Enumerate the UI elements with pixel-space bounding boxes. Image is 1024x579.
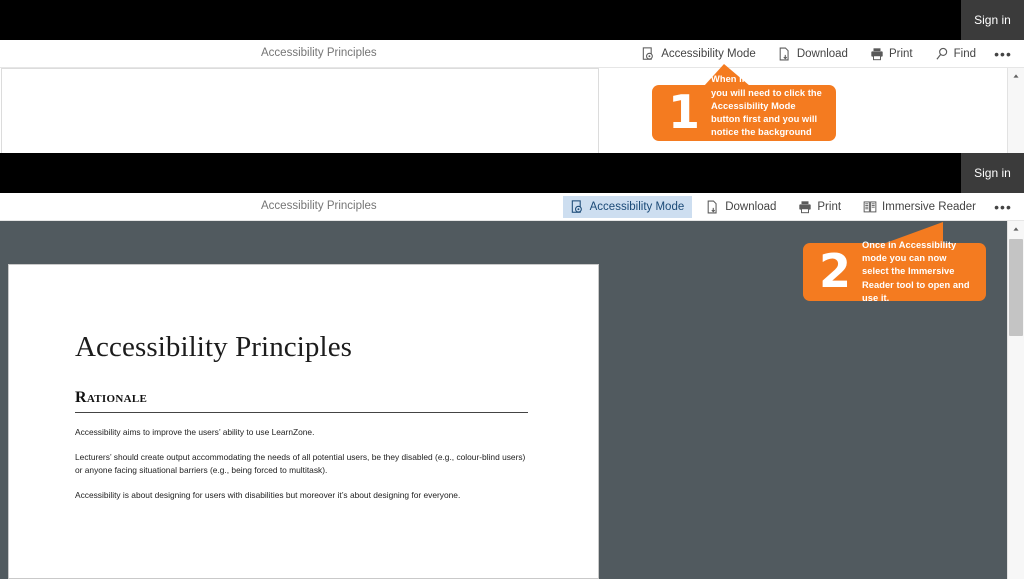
scroll-thumb-accessibility[interactable]: [1009, 239, 1023, 336]
overflow-menu-button-readonly[interactable]: •••: [990, 43, 1016, 65]
sign-in-button-top[interactable]: Sign in: [961, 0, 1024, 40]
accessibility-mode-button-active[interactable]: Accessibility Mode: [562, 196, 693, 218]
callout-2-number: 2: [819, 244, 851, 299]
scrollbar-readonly[interactable]: [1007, 68, 1024, 158]
document-title-accessibility: Accessibility Principles: [261, 200, 377, 212]
search-icon: [935, 47, 949, 61]
screenshot-root: Sign in Accessibility Principles Accessi…: [0, 0, 1024, 579]
callout-1-number: 1: [668, 85, 700, 140]
document-page-accessibility: Accessibility Principles Rationale Acces…: [8, 264, 599, 579]
overflow-menu-button-accessibility[interactable]: •••: [990, 196, 1016, 218]
download-label-readonly: Download: [796, 48, 848, 60]
toolbar-readonly: Accessibility Principles Accessibility M…: [0, 40, 1024, 68]
callout-2-text: Once in Accessibility mode you can now s…: [862, 240, 970, 303]
download-button-accessibility[interactable]: Download: [698, 196, 784, 218]
top-window-header: Sign in: [0, 0, 1024, 40]
accessibility-mode-label-readonly: Accessibility Mode: [661, 48, 756, 60]
print-label-accessibility: Print: [817, 201, 842, 213]
download-icon: [778, 47, 792, 61]
sign-in-button-bottom[interactable]: Sign in: [961, 153, 1024, 193]
print-icon: [870, 47, 884, 61]
document-heading: Accessibility Principles: [75, 331, 353, 363]
immersive-reader-label: Immersive Reader: [882, 201, 976, 213]
print-label-readonly: Print: [888, 48, 913, 60]
download-label-accessibility: Download: [725, 201, 777, 213]
document-title-readonly: Accessibility Principles: [261, 47, 377, 59]
immersive-reader-icon: [863, 200, 877, 214]
callout-2: 2 Once in Accessibility mode you can now…: [803, 222, 986, 303]
toolbar-accessibility: Accessibility Principles Accessibility M…: [0, 193, 1024, 221]
find-label-readonly: Find: [953, 48, 976, 60]
document-subheading: Rationale: [75, 389, 528, 413]
document-paragraph-1: Accessibility aims to improve the users’…: [75, 427, 315, 437]
callout-1-text: When in read-only mode you will need to …: [711, 74, 822, 151]
print-button-readonly[interactable]: Print: [862, 43, 921, 65]
accessibility-mode-label-active: Accessibility Mode: [589, 201, 685, 213]
document-paragraph-2: Lecturers’ should create output accommod…: [75, 452, 526, 476]
accessibility-mode-icon: [571, 200, 585, 214]
scrollbar-accessibility[interactable]: [1007, 221, 1024, 579]
download-icon: [706, 200, 720, 214]
accessibility-mode-button-readonly[interactable]: Accessibility Mode: [634, 43, 764, 65]
print-icon: [798, 200, 812, 214]
document-page-readonly: [1, 68, 599, 158]
print-button-accessibility[interactable]: Print: [790, 196, 849, 218]
document-content: Accessibility Principles Rationale Acces…: [9, 265, 598, 502]
scroll-up-button-readonly[interactable]: [1008, 68, 1024, 84]
immersive-reader-button[interactable]: Immersive Reader: [855, 196, 984, 218]
accessibility-mode-icon: [642, 47, 656, 61]
callout-1-body: 1 When in read-only mode you will need t…: [652, 74, 836, 150]
find-button-readonly[interactable]: Find: [927, 43, 984, 65]
bottom-window-header: Sign in: [0, 153, 1024, 193]
download-button-readonly[interactable]: Download: [770, 43, 856, 65]
document-paragraph-3: Accessibility is about designing for use…: [75, 490, 461, 501]
scroll-up-button-accessibility[interactable]: [1008, 221, 1024, 237]
callout-2-body: 2 Once in Accessibility mode you can now…: [803, 240, 986, 303]
toolbar-accessibility-actions: Accessibility Mode Download Print Immers…: [557, 193, 1016, 221]
callout-1: 1 When in read-only mode you will need t…: [652, 64, 836, 150]
